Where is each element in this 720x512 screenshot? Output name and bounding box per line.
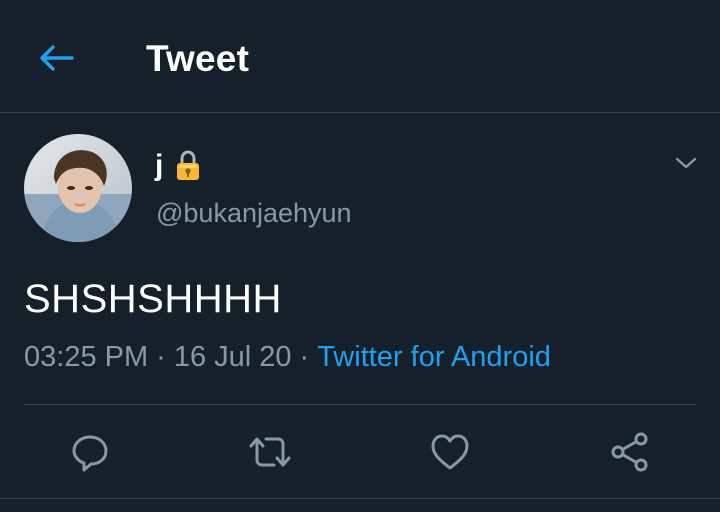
like-button[interactable] [426,428,474,476]
tweet-source-link[interactable]: Twitter for Android [317,341,551,373]
tweet-time: 03:25 PM [24,341,149,373]
meta-separator: · [156,341,166,373]
avatar-photo [24,134,132,242]
tweet-actions [0,428,720,476]
author-name-row[interactable]: j [155,148,201,184]
lock-icon [177,150,200,180]
display-name: j [155,149,164,182]
page-title: Tweet [146,38,250,79]
reply-button[interactable] [66,428,114,476]
retweet-icon [249,437,291,467]
back-button[interactable] [34,36,78,80]
heart-icon [431,434,469,470]
chevron-down-icon [675,157,697,169]
bottom-divider [0,498,720,499]
retweet-button[interactable] [246,428,294,476]
share-icon [611,432,648,472]
tweet-text: SHSHSHHHH [24,277,282,321]
app-header: Tweet [0,0,720,113]
reply-icon [72,435,108,472]
meta-separator-2: · [299,341,310,373]
tweet-date[interactable]: 16 Jul 20 [174,341,292,373]
user-handle[interactable]: @bukanjaehyun [156,198,352,229]
tweet-meta: 03:25 PM · 16 Jul 20 · Twitter for Android [24,341,551,374]
divider [24,404,696,405]
tweet-menu-button[interactable] [668,148,704,178]
arrow-left-icon [40,45,74,71]
avatar[interactable] [24,134,132,242]
share-button[interactable] [606,428,654,476]
